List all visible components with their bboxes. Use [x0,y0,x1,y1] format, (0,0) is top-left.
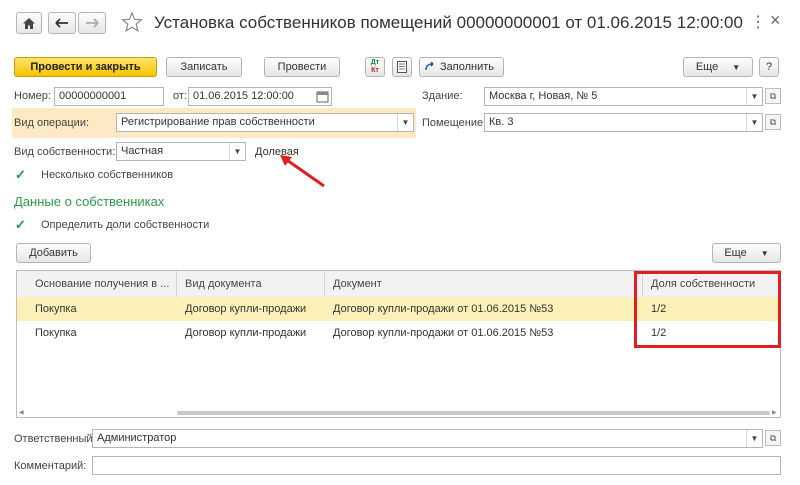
help-button[interactable]: ? [759,57,779,77]
ownership-dropdown-icon[interactable]: ▼ [229,143,245,160]
fill-arrow-icon [425,62,434,71]
annotation-arrow [280,155,325,188]
responsible-dropdown-icon[interactable]: ▼ [746,430,762,447]
window-more-icon[interactable]: ⋮ [750,12,766,32]
column-header-doc-type[interactable]: Вид документа [177,271,325,297]
dt-kt-button[interactable]: Дт Кт [365,57,385,77]
fill-button-label: Заполнить [440,61,495,73]
room-field[interactable]: Кв. 3 ▼ [484,113,763,132]
forward-button[interactable] [78,12,106,34]
more-button-label: Еще [695,61,719,73]
home-icon [23,17,35,29]
home-button[interactable] [16,12,42,34]
date-value: 01.06.2015 12:00:00 [193,90,294,102]
window-close-icon[interactable]: × [770,10,781,31]
dt-kt-icon-bottom: Кт [371,67,379,74]
ownership-field[interactable]: Частная ▼ [116,142,246,161]
calendar-icon[interactable] [316,90,329,103]
arrow-left-icon [55,18,68,28]
document-icon [397,61,407,73]
operation-value: Регистрирование прав собственности [121,116,315,128]
horizontal-scrollbar-thumb[interactable] [177,411,770,415]
building-field[interactable]: Москва г, Новая, № 5 ▼ [484,87,763,106]
number-label: Номер: [14,90,51,102]
comment-label: Комментарий: [14,460,87,472]
cell-document: Договор купли-продажи от 01.06.2015 №53 [333,327,554,339]
chevron-down-icon: ▼ [732,62,741,72]
room-value: Кв. 3 [489,116,514,128]
scroll-right-icon[interactable]: ▶ [772,409,777,416]
table-more-label: Еще [724,247,747,259]
room-open-icon[interactable]: ⧉ [765,114,781,130]
column-header-basis[interactable]: Основание получения в ... [27,271,177,297]
horizontal-scrollbar-track[interactable]: ◀ ▶ [17,409,780,417]
table-chevron-down-icon: ▼ [760,248,769,258]
report-button[interactable] [392,57,412,77]
section-title: Данные о собственниках [14,194,165,209]
room-dropdown-icon[interactable]: ▼ [746,114,762,131]
several-owners-checkbox[interactable]: ✓ [15,168,28,181]
cell-doc-type: Договор купли-продажи [185,303,307,315]
cell-basis: Покупка [35,327,77,339]
dt-kt-icon-top: Дт [370,59,380,66]
favorite-star-icon[interactable] [121,11,143,33]
cell-basis: Покупка [35,303,77,315]
cell-document: Договор купли-продажи от 01.06.2015 №53 [333,303,554,315]
save-button[interactable]: Записать [166,57,242,77]
building-open-icon[interactable]: ⧉ [765,88,781,104]
date-field[interactable]: 01.06.2015 12:00:00 [188,87,332,106]
add-row-button[interactable]: Добавить [16,243,91,263]
ownership-label: Вид собственности: [14,146,116,158]
cell-doc-type: Договор купли-продажи [185,327,307,339]
building-value: Москва г, Новая, № 5 [489,90,598,102]
responsible-label: Ответственный: [14,433,96,445]
operation-dropdown-icon[interactable]: ▼ [397,114,413,131]
annotation-highlight-box [634,271,781,348]
room-label: Помещение: [422,117,487,129]
comment-field[interactable] [92,456,781,475]
window-title: Установка собственников помещений 000000… [154,13,743,32]
responsible-open-icon[interactable]: ⧉ [765,430,781,446]
post-and-close-button[interactable]: Провести и закрыть [14,57,157,77]
more-button[interactable]: Еще ▼ [683,57,753,77]
define-shares-label: Определить доли собственности [41,219,210,231]
several-owners-label: Несколько собственников [41,169,174,181]
building-label: Здание: [422,90,463,102]
date-label: от: [173,90,187,102]
scroll-left-icon[interactable]: ◀ [19,409,24,416]
responsible-field[interactable]: Администратор ▼ [92,429,763,448]
ownership-value: Частная [121,145,164,157]
responsible-value: Администратор [97,432,177,444]
arrow-right-icon [86,18,99,28]
number-field[interactable]: 00000000001 [54,87,164,106]
back-button[interactable] [48,12,76,34]
define-shares-checkbox[interactable]: ✓ [15,218,28,231]
operation-field[interactable]: Регистрирование прав собственности ▼ [116,113,414,132]
fill-button[interactable]: Заполнить [419,57,504,77]
column-header-document[interactable]: Документ [325,271,643,297]
table-more-button[interactable]: Еще ▼ [712,243,781,263]
post-button[interactable]: Провести [264,57,340,77]
building-dropdown-icon[interactable]: ▼ [746,88,762,105]
operation-label: Вид операции: [14,117,90,129]
